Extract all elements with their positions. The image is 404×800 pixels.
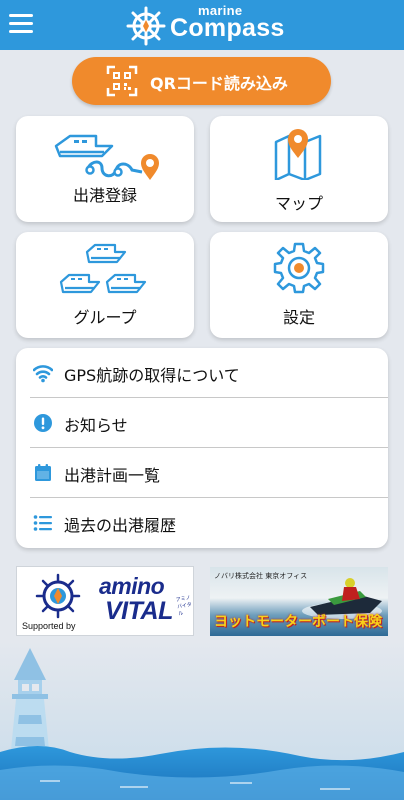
list-item-news[interactable]: お知らせ <box>16 398 388 448</box>
departure-registration-label: 出港登録 <box>72 186 137 205</box>
qr-code-icon <box>106 65 138 97</box>
lighthouse-sea-illustration <box>0 640 404 800</box>
boat-route-icon <box>54 134 159 180</box>
list-item-gps[interactable]: GPS航跡の取得について <box>16 348 388 398</box>
app-header: marine Compass <box>0 0 404 50</box>
boat-group-icon <box>59 243 147 294</box>
vital-text: VITAL <box>105 597 173 625</box>
map-pin-icon <box>274 129 322 180</box>
list-item-history[interactable]: 過去の出港履歴 <box>16 498 388 548</box>
wifi-icon <box>33 365 53 383</box>
supported-by-text: Supported by <box>22 621 76 631</box>
list-label-gps: GPS航跡の取得について <box>64 366 240 385</box>
list-label-news: お知らせ <box>64 416 128 435</box>
hamburger-menu-icon[interactable] <box>9 14 33 34</box>
sponsor-wheel-logo-icon <box>35 573 81 619</box>
calendar-icon <box>35 464 51 481</box>
ship-wheel-icon <box>126 6 166 46</box>
group-label: グループ <box>73 308 137 327</box>
insurance-banner[interactable]: ノバリ株式会社 東京オフィス ヨットモーターボート保険 <box>210 567 388 636</box>
list-icon <box>33 515 52 531</box>
departure-registration-card[interactable]: 出港登録 <box>16 116 194 222</box>
app-logo: marine Compass <box>126 2 286 48</box>
info-icon <box>34 414 52 432</box>
insurance-title: ヨットモーターボート保険 <box>214 614 382 630</box>
amino-text: amino <box>99 573 165 599</box>
settings-card[interactable]: 設定 <box>210 232 388 338</box>
map-label: マップ <box>274 194 323 213</box>
settings-label: 設定 <box>282 308 315 327</box>
amino-kana-text: アミノバイタル <box>175 594 193 618</box>
qr-scan-button[interactable]: QRコード読み込み <box>72 57 331 105</box>
amino-vital-banner[interactable]: Supported by amino VITAL アミノバイタル <box>16 566 194 636</box>
list-label-history: 過去の出港履歴 <box>64 516 177 535</box>
gear-icon <box>273 242 325 294</box>
menu-list: GPS航跡の取得について お知らせ 出港計画一覧 過去の出港履歴 <box>16 348 388 548</box>
logo-text-main: Compass <box>170 14 285 42</box>
list-label-plan: 出港計画一覧 <box>64 466 161 485</box>
qr-scan-label: QRコード読み込み <box>150 74 288 93</box>
list-item-plan[interactable]: 出港計画一覧 <box>16 448 388 498</box>
group-card[interactable]: グループ <box>16 232 194 338</box>
map-card[interactable]: マップ <box>210 116 388 222</box>
